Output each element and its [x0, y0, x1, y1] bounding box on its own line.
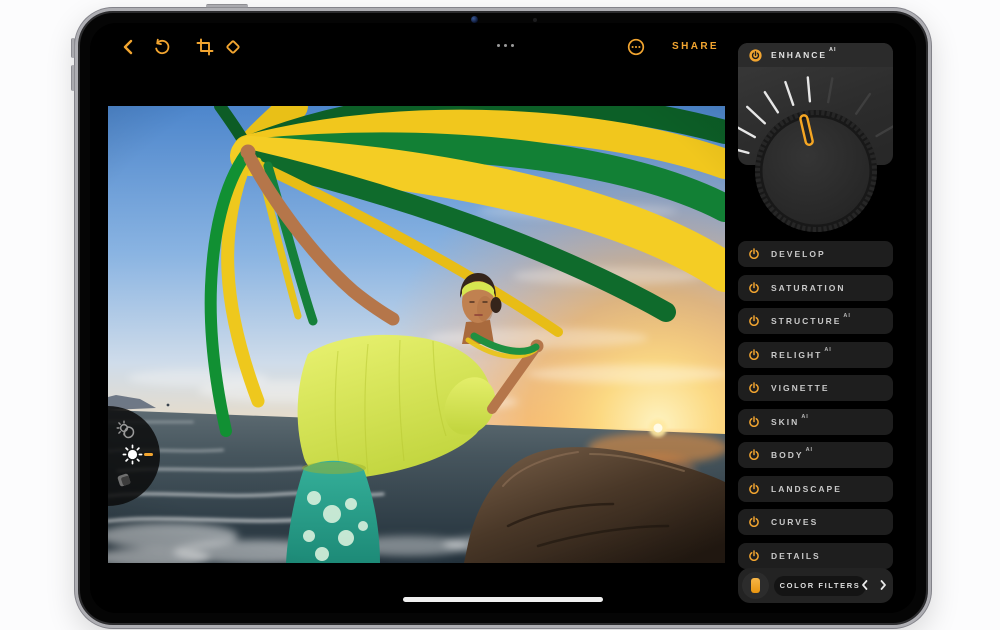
- power-icon[interactable]: [748, 349, 760, 361]
- power-icon[interactable]: [748, 282, 760, 294]
- next-filter-button[interactable]: [876, 578, 890, 592]
- sidebar-item-vignette[interactable]: VIGNETTE: [738, 375, 893, 401]
- color-filters-bar: COLOR FILTERS: [738, 568, 893, 603]
- sidebar-item-curves[interactable]: CURVES: [738, 509, 893, 535]
- back-button[interactable]: [120, 38, 138, 56]
- crop-button[interactable]: [196, 38, 214, 56]
- filter-swatch-icon: [751, 578, 760, 593]
- enhance-dial-knob[interactable]: [754, 109, 878, 233]
- power-icon[interactable]: [748, 416, 760, 428]
- camera-sensor-icon: [533, 18, 537, 22]
- screen: SHARE: [90, 23, 916, 613]
- enhance-label: ENHANCEAI: [771, 50, 837, 60]
- eraser-icon[interactable]: [114, 470, 134, 490]
- stage: SHARE: [0, 0, 1000, 630]
- power-icon[interactable]: [748, 483, 760, 495]
- repair-button[interactable]: [224, 38, 242, 56]
- enhance-power-toggle[interactable]: [749, 49, 762, 62]
- sidebar-item-relight[interactable]: RELIGHTAI: [738, 342, 893, 368]
- home-indicator[interactable]: [403, 597, 603, 602]
- share-button[interactable]: SHARE: [672, 41, 719, 52]
- sidebar-item-details[interactable]: DETAILS: [738, 543, 893, 569]
- volume-up-button: [71, 38, 75, 58]
- previous-filter-button[interactable]: [858, 578, 872, 592]
- more-options-button[interactable]: [627, 38, 645, 56]
- brightness-icon[interactable]: [122, 444, 143, 465]
- power-icon[interactable]: [748, 550, 760, 562]
- undo-button[interactable]: [153, 38, 171, 56]
- sidebar-item-landscape[interactable]: LANDSCAPE: [738, 476, 893, 502]
- sidebar-item-skin[interactable]: SKINAI: [738, 409, 893, 435]
- adjust-light-icon[interactable]: [115, 419, 137, 441]
- power-icon[interactable]: [748, 248, 760, 260]
- power-icon[interactable]: [748, 315, 760, 327]
- filter-swatch-button[interactable]: [742, 572, 769, 599]
- sidebar-item-structure[interactable]: STRUCTUREAI: [738, 308, 893, 334]
- sidebar-item-develop[interactable]: DEVELOP: [738, 241, 893, 267]
- multitask-menu-icon[interactable]: [497, 44, 514, 47]
- color-filters-button[interactable]: COLOR FILTERS: [774, 576, 866, 596]
- power-icon[interactable]: [748, 516, 760, 528]
- photo-canvas[interactable]: [108, 106, 725, 563]
- ipad-device-frame: SHARE: [75, 8, 931, 628]
- enhance-header: ENHANCEAI: [738, 43, 893, 67]
- sidebar-item-saturation[interactable]: SATURATION: [738, 275, 893, 301]
- volume-down-button: [71, 65, 75, 91]
- power-icon[interactable]: [748, 382, 760, 394]
- brightness-value-tick: [144, 453, 153, 456]
- power-icon[interactable]: [748, 449, 760, 461]
- sidebar-item-body[interactable]: BODYAI: [738, 442, 893, 468]
- top-power-button: [206, 4, 248, 8]
- front-camera-icon: [471, 16, 478, 23]
